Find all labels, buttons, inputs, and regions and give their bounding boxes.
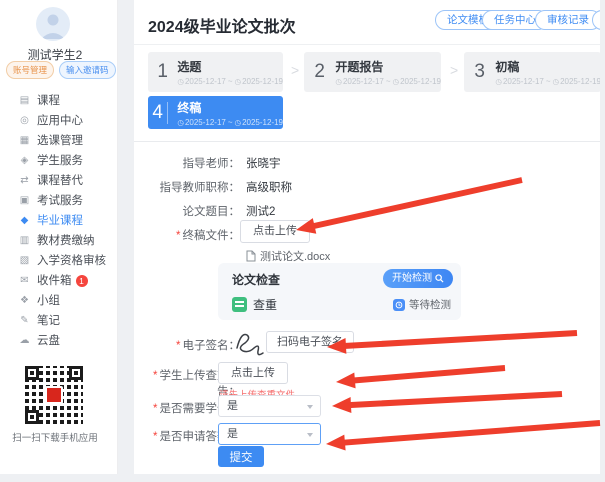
sidebar-item-inbox[interactable]: ✉收件箱1 [0,271,118,291]
topic-label: 论文题目： [134,203,240,219]
required-asterisk: * [153,403,157,415]
student-services-icon: ◈ [17,151,32,171]
app-window: 测试学生2 账号管理 输入邀请码 ▤课程 ◎应用中心 ▦选课管理 ◈学生服务 ⇄… [0,0,605,482]
invite-code-button[interactable]: 输入邀请码 [59,61,116,79]
sidebar-item-admission-review[interactable]: ▧入学资格审核 [0,251,118,271]
plagiarism-doc-icon [232,297,247,312]
chevron-right-icon: > [291,62,299,78]
course-substitute-icon: ⇄ [17,171,32,191]
required-asterisk: * [153,431,157,443]
sidebar-item-notes[interactable]: ✎笔记 [0,311,118,331]
person-icon [36,7,70,41]
page-header: 2024级毕业论文批次 论文模板 任务中心 审核记录 留言 [134,0,600,45]
step-dates: ◷2025-12-17~◷2025-12-19 [177,77,283,86]
sidebar-item-graduation-course[interactable]: ◆毕业课程 [0,211,118,231]
sidebar-item-student-services[interactable]: ◈学生服务 [0,151,118,171]
sidebar-item-courses[interactable]: ▤课程 [0,91,118,111]
signature-image [234,328,264,360]
start-check-button[interactable]: 开始检测 [383,269,453,288]
sidebar-item-app-center[interactable]: ◎应用中心 [0,111,118,131]
advisor-title-label: 指导教师职称： [134,179,240,195]
account-manage-button[interactable]: 账号管理 [6,61,54,79]
step-final-draft[interactable]: 4 终稿 ◷2025-12-17~◷2025-12-19 [148,96,283,129]
sidebar-item-exam-services[interactable]: ▣考试服务 [0,191,118,211]
courses-icon: ▤ [17,91,32,111]
sidebar-item-textbook-fee[interactable]: ▥教材费缴纳 [0,231,118,251]
exam-services-icon: ▣ [17,191,32,211]
scan-signature-button[interactable]: 扫码电子签名 [266,331,354,353]
step-proposal-report[interactable]: 2 开题报告 ◷2025-12-17~◷2025-12-19 [304,52,441,92]
step-dates: ◷2025-12-17~◷2025-12-19 [335,77,441,86]
sidebar-quick-buttons: 账号管理 输入邀请码 [6,61,114,79]
admission-review-icon: ▧ [17,251,32,271]
required-asterisk: * [176,230,180,242]
step-first-draft[interactable]: 3 初稿 ◷2025-12-17~◷2025-12-19 [464,52,600,92]
sidebar-item-course-substitute[interactable]: ⇄课程替代 [0,171,118,191]
defense-select[interactable]: 是 [218,423,321,445]
chevron-right-icon: > [450,62,458,78]
sidebar-menu: ▤课程 ◎应用中心 ▦选课管理 ◈学生服务 ⇄课程替代 ▣考试服务 ◆毕业课程 … [0,91,118,351]
final-file-label: *终稿文件： [134,227,240,243]
sidebar-item-groups[interactable]: ❖小组 [0,291,118,311]
required-asterisk: * [153,370,157,382]
degree-select[interactable]: 是 [218,395,321,417]
sidebar-item-course-selection[interactable]: ▦选课管理 [0,131,118,151]
pending-clock-icon [393,299,405,311]
final-file-upload-button[interactable]: 点击上传 [240,220,310,243]
required-asterisk: * [176,340,180,352]
topic-value: 测试2 [246,203,275,219]
step-dates: ◷2025-12-17~◷2025-12-19 [177,118,283,127]
chevron-down-icon [307,433,313,437]
search-icon [435,274,444,283]
step-topic-selection[interactable]: 1 选题 ◷2025-12-17~◷2025-12-19 [148,52,283,92]
app-logo [45,386,63,404]
textbook-fee-icon: ▥ [17,231,32,251]
advisor-value: 张晓宇 [246,155,281,171]
mail-icon: ✉ [17,271,32,291]
uploaded-file-link[interactable]: 测试论文.docx [246,248,330,264]
chevron-down-icon [307,405,313,409]
review-record-button[interactable]: 审核记录 [535,10,600,30]
submit-button[interactable]: 提交 [218,446,264,467]
clock-icon: ◷ [553,77,560,86]
avatar[interactable] [36,7,70,41]
app-center-icon: ◎ [17,111,32,131]
plagiarism-check-item: 查重 [232,296,277,313]
clock-icon: ◷ [393,77,400,86]
page-title: 2024级毕业论文批次 [148,13,296,37]
signature-label: *电子签名： [134,337,240,353]
clock-icon: ◷ [177,118,184,127]
step-dates: ◷2025-12-17~◷2025-12-19 [495,77,600,86]
graduation-course-icon: ◆ [17,211,32,231]
advisor-label: 指导老师： [134,155,240,171]
clock-icon: ◷ [235,77,242,86]
thesis-check-panel: 论文检查 开始检测 查重 等待检测 [218,263,461,320]
qr-code [25,366,83,424]
clock-icon: ◷ [335,77,342,86]
clock-icon: ◷ [177,77,184,86]
clock-icon: ◷ [235,118,242,127]
inbox-unread-badge: 1 [76,275,88,287]
divider [134,141,600,142]
pencil-icon: ✎ [17,311,32,331]
groups-icon: ❖ [17,291,32,311]
sidebar: 测试学生2 账号管理 输入邀请码 ▤课程 ◎应用中心 ▦选课管理 ◈学生服务 ⇄… [0,0,118,474]
cloud-icon: ☁ [17,331,32,351]
check-status[interactable]: 等待检测 [393,297,451,312]
check-panel-title: 论文检查 [232,271,280,288]
sidebar-item-cloud-drive[interactable]: ☁云盘 [0,331,118,351]
clock-icon: ◷ [495,77,502,86]
main-content: 2024级毕业论文批次 论文模板 任务中心 审核记录 留言 1 选题 ◷2025… [134,0,600,474]
report-upload-button[interactable]: 点击上传 [218,362,288,384]
advisor-title-value: 高级职称 [246,179,292,195]
document-icon [246,250,256,262]
qr-caption: 扫一扫下载手机应用 [0,430,110,444]
course-selection-icon: ▦ [17,131,32,151]
